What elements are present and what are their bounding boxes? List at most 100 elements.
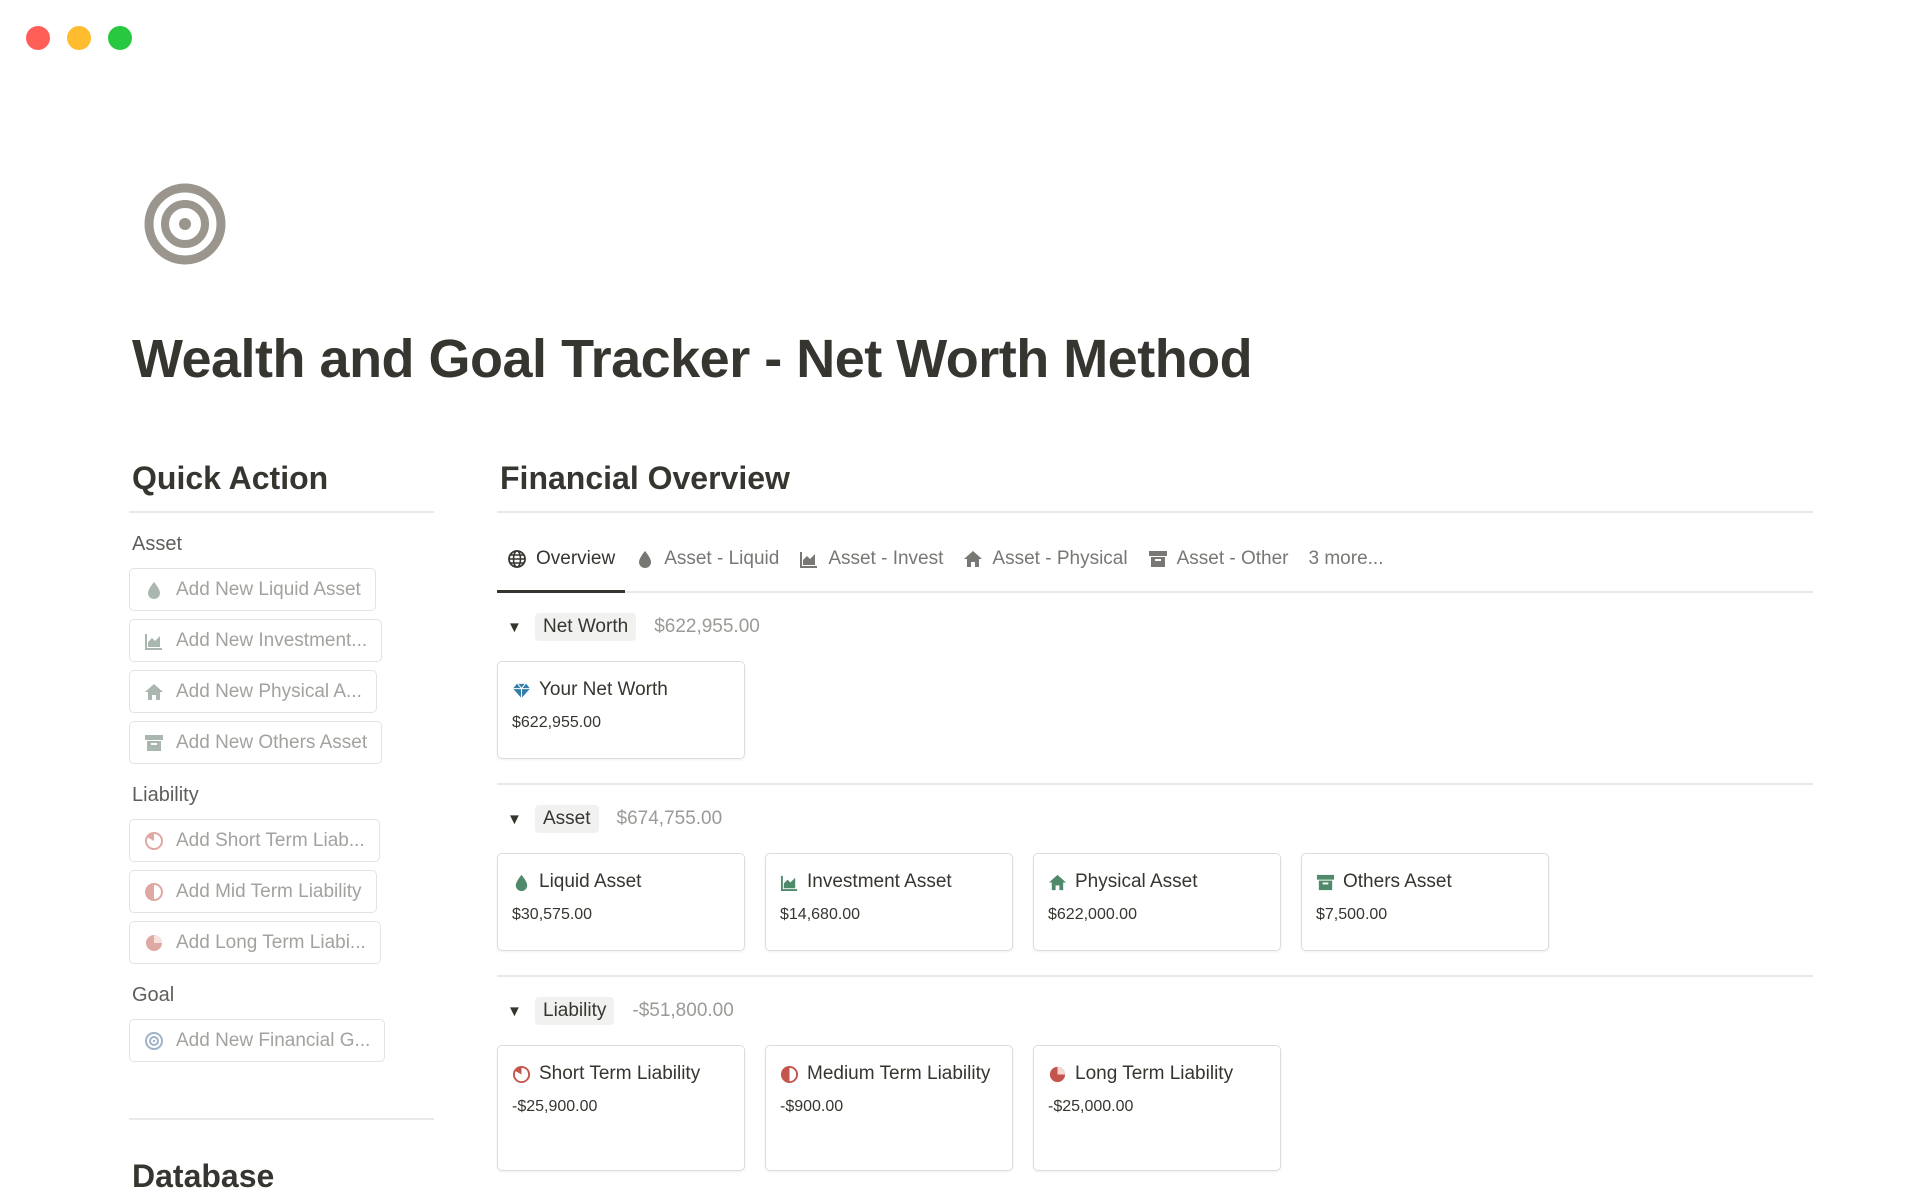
card-value: $30,575.00 (512, 906, 593, 923)
asset-buttons: Add New Liquid Asset Add New Investment.… (129, 568, 434, 772)
add-short-term-liability-button[interactable]: Add Short Term Liab... (129, 819, 380, 862)
globe-icon (508, 550, 526, 568)
quick-action-heading: Quick Action (132, 460, 329, 496)
card-investment-asset[interactable]: Investment Asset $14,680.00 (765, 853, 1013, 951)
financial-overview-column: Financial Overview Overview Asset - Liqu… (497, 460, 1813, 1195)
chart-area-icon (145, 633, 162, 650)
tab-asset-liquid-label: Asset - Liquid (664, 548, 780, 569)
group-asset: ▼ Asset $674,755.00 Liquid Asset $30,575… (497, 785, 1813, 977)
add-financial-goal-button[interactable]: Add New Financial G... (129, 1019, 386, 1062)
group-total: $674,755.00 (616, 808, 723, 829)
tab-asset-invest[interactable]: Asset - Invest (789, 527, 953, 591)
card-your-net-worth[interactable]: Your Net Worth $622,955.00 (497, 661, 745, 759)
archive-box-icon (1316, 874, 1335, 891)
divider (129, 511, 434, 513)
maximize-window-button[interactable] (108, 26, 132, 50)
card-short-term-liability[interactable]: Short Term Liability -$25,900.00 (497, 1045, 745, 1171)
collapse-caret-icon[interactable]: ▼ (507, 1003, 535, 1020)
tab-asset-invest-label: Asset - Invest (828, 548, 944, 569)
add-investment-asset-button[interactable]: Add New Investment... (129, 619, 383, 662)
add-mid-term-liability-button[interactable]: Add Mid Term Liability (129, 870, 377, 913)
database-heading: Database (132, 1158, 275, 1194)
card-medium-term-liability[interactable]: Medium Term Liability -$900.00 (765, 1045, 1013, 1171)
home-icon (145, 683, 163, 700)
group-header: ▼ Net Worth $622,955.00 (497, 593, 1813, 661)
liability-group-label: Liability (132, 784, 199, 806)
card-value: -$25,000.00 (1048, 1098, 1134, 1115)
card-title: Long Term Liability (1075, 1063, 1234, 1084)
card-list: Your Net Worth $622,955.00 (497, 661, 1813, 759)
chart-area-icon (800, 552, 818, 568)
card-title: Liquid Asset (539, 871, 642, 892)
financial-overview-heading: Financial Overview (500, 460, 790, 496)
card-title: Medium Term Liability (807, 1063, 991, 1084)
card-value: $7,500.00 (1316, 906, 1388, 923)
card-long-term-liability[interactable]: Long Term Liability -$25,000.00 (1033, 1045, 1281, 1171)
target-icon (145, 1031, 163, 1050)
group-total: -$51,800.00 (632, 1000, 734, 1021)
droplet-icon (515, 874, 528, 892)
clock-three-quarter-icon (1049, 1066, 1066, 1083)
liability-buttons: Add Short Term Liab... Add Mid Term Liab… (129, 819, 434, 972)
tab-overview[interactable]: Overview (497, 527, 626, 593)
group-label: Net Worth (535, 613, 637, 641)
tab-asset-other[interactable]: Asset - Other (1138, 527, 1299, 591)
home-icon (1048, 874, 1067, 891)
card-value: -$25,900.00 (512, 1098, 598, 1115)
card-title: Physical Asset (1075, 871, 1198, 892)
collapse-caret-icon[interactable]: ▼ (507, 811, 535, 828)
collapse-caret-icon[interactable]: ▼ (507, 619, 535, 636)
add-liquid-asset-button[interactable]: Add New Liquid Asset (129, 568, 376, 611)
card-title: Investment Asset (807, 871, 952, 892)
clock-quarter-icon (145, 831, 163, 850)
tab-asset-liquid[interactable]: Asset - Liquid (625, 527, 789, 591)
add-long-term-liability-button[interactable]: Add Long Term Liabi... (129, 921, 381, 964)
group-header: ▼ Asset $674,755.00 (497, 785, 1813, 853)
gem-icon (512, 683, 531, 699)
add-long-term-liability-label: Add Long Term Liabi... (176, 931, 366, 953)
clock-half-icon (145, 882, 163, 901)
add-others-asset-button[interactable]: Add New Others Asset (129, 721, 383, 764)
card-value: $622,955.00 (512, 714, 601, 731)
group-label: Asset (535, 805, 599, 833)
card-value: $622,000.00 (1048, 906, 1137, 923)
archive-box-icon (145, 734, 163, 751)
card-liquid-asset[interactable]: Liquid Asset $30,575.00 (497, 853, 745, 951)
tab-more-views[interactable]: 3 more... (1299, 527, 1394, 591)
add-financial-goal-label: Add New Financial G... (176, 1029, 371, 1051)
droplet-icon (148, 581, 160, 599)
add-liquid-asset-label: Add New Liquid Asset (176, 578, 361, 600)
view-tabs: Overview Asset - Liquid Asset - Invest A… (497, 527, 1813, 593)
tab-asset-other-label: Asset - Other (1176, 548, 1289, 569)
card-value: -$900.00 (780, 1098, 844, 1115)
card-title: Short Term Liability (539, 1063, 701, 1084)
add-physical-asset-label: Add New Physical A... (176, 680, 362, 702)
window-controls (26, 26, 132, 50)
group-label: Liability (535, 997, 615, 1025)
tab-more-label: 3 more... (1308, 548, 1384, 569)
minimize-window-button[interactable] (67, 26, 91, 50)
add-others-asset-label: Add New Others Asset (176, 731, 368, 753)
archive-box-icon (1148, 551, 1167, 567)
card-title: Your Net Worth (539, 679, 668, 700)
quick-action-column: Quick Action Asset Add New Liquid Asset … (129, 460, 434, 1195)
clock-half-icon (780, 1065, 799, 1084)
add-mid-term-liability-label: Add Mid Term Liability (176, 880, 362, 902)
close-window-button[interactable] (26, 26, 50, 50)
group-net-worth: ▼ Net Worth $622,955.00 Your Net Worth $… (497, 593, 1813, 785)
droplet-icon (639, 551, 652, 568)
goal-buttons: Add New Financial G... (129, 1019, 434, 1070)
tab-asset-physical[interactable]: Asset - Physical (953, 527, 1137, 591)
card-list: Liquid Asset $30,575.00 Investment Asset… (497, 853, 1813, 951)
card-title: Others Asset (1343, 871, 1452, 892)
page-title: Wealth and Goal Tracker - Net Worth Meth… (132, 329, 1253, 389)
asset-group-label: Asset (132, 533, 183, 555)
card-others-asset[interactable]: Others Asset $7,500.00 (1301, 853, 1549, 951)
add-short-term-liability-label: Add Short Term Liab... (176, 829, 365, 851)
chart-area-icon (780, 875, 798, 892)
card-physical-asset[interactable]: Physical Asset $622,000.00 (1033, 853, 1281, 951)
target-icon[interactable] (144, 183, 226, 265)
card-list: Short Term Liability -$25,900.00 Medium … (497, 1045, 1813, 1171)
tab-overview-label: Overview (536, 548, 616, 569)
add-physical-asset-button[interactable]: Add New Physical A... (129, 670, 377, 713)
